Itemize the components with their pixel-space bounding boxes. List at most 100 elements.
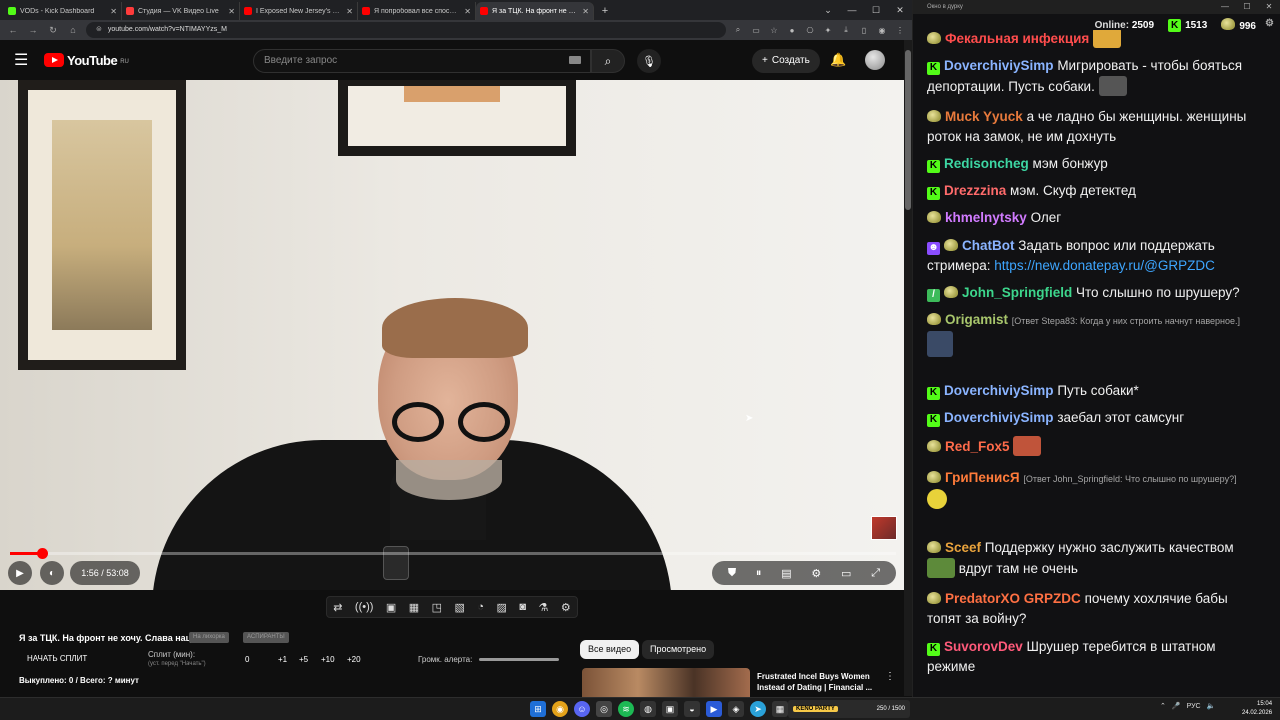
chat-nick[interactable]: Origamist [945,312,1008,327]
telegram-icon[interactable]: ➤ [750,701,766,717]
start-split-button[interactable]: НАЧАТЬ СПЛИТ [27,654,87,663]
avatar[interactable] [865,50,885,70]
download-icon[interactable]: ⤓ [840,25,852,35]
tab-vk-studio[interactable]: Студия — VK Видео Live ✕ [122,2,240,20]
play-button[interactable]: ▶ [8,561,32,585]
recommended-title[interactable]: Frustrated Incel Buys Women Instead of D… [757,671,881,693]
chat-nick[interactable]: Фекальная инфекция [945,31,1089,46]
star-icon[interactable]: ☆ [768,26,780,35]
chat-nick[interactable]: Muck Yyuck [945,109,1023,124]
back-icon[interactable]: ← [6,25,20,35]
youtube-logo[interactable]: YouTube RU [44,53,129,68]
subtitles-icon[interactable]: ▤ [781,567,791,580]
keyboard-icon[interactable] [569,56,581,64]
cast-icon[interactable]: ▭ [750,26,762,35]
fullscreen-icon[interactable]: ⤢ [871,567,880,580]
tab-close-icon[interactable]: ✕ [464,7,471,16]
theater-mode-icon[interactable]: ▭ [841,567,851,580]
search-icon[interactable]: ⌕ [732,25,744,35]
maximize-icon[interactable]: ☐ [1236,0,1258,14]
audio-icon[interactable]: ((•)) [355,601,374,613]
tab-kick-dashboard[interactable]: VODs - Kick Dashboard ✕ [4,2,122,20]
tab-close-icon[interactable]: ✕ [110,7,117,16]
puzzle-icon[interactable]: ✦ [822,26,834,35]
gear-icon[interactable]: ⚙ [561,601,571,614]
chat-nick[interactable]: Redisoncheg [944,156,1029,171]
notifications-bell-icon[interactable]: 🔔 [830,52,846,68]
volume-button[interactable]: ◐ [40,561,64,585]
shield-icon[interactable]: ⛊ [728,567,736,580]
site-info-icon[interactable]: ⊜ [96,22,102,38]
keno-widget[interactable]: KENO PARTY 250 / 1500 [788,700,910,718]
pause-toggle-icon[interactable]: ⏸ [756,567,762,580]
tab-youtube-2[interactable]: Я попробовал все способы бр ✕ [358,2,476,20]
volume-icon[interactable]: 🔈 [1207,702,1216,710]
profile-icon[interactable]: ◉ [876,26,888,35]
close-icon[interactable]: ✕ [1258,0,1280,14]
tab-close-icon[interactable]: ✕ [346,7,353,16]
chrome-icon[interactable]: ◉ [552,701,568,717]
flask-icon[interactable]: ⚗ [539,601,549,614]
new-tab-button[interactable]: + [598,4,612,18]
ai-icon[interactable]: ▨ [497,601,507,614]
reload-icon[interactable]: ↻ [46,25,60,36]
tab-close-icon[interactable]: ✕ [228,7,235,16]
media-player-icon[interactable]: ▶ [706,701,722,717]
chat-nick[interactable]: John_Springfield [962,285,1072,300]
loop-icon[interactable]: ⇄ [333,601,342,614]
clip-icon[interactable]: ▦ [409,601,419,614]
app-icon[interactable]: ◒ [684,701,700,717]
split-value-button[interactable]: +10 [321,655,335,664]
split-value-button[interactable]: 0 [245,655,249,664]
tab-youtube-1[interactable]: I Exposed New Jersey's Jewish ✕ [240,2,358,20]
chat-mention[interactable]: GRPZDC [1024,591,1081,606]
progress-bar[interactable] [10,548,896,559]
microphone-icon[interactable]: 🎤 [1172,702,1181,710]
tab-close-icon[interactable]: ✕ [582,7,589,16]
minimize-icon[interactable]: — [1214,0,1236,14]
hamburger-menu-icon[interactable]: ☰ [14,50,36,70]
donate-link[interactable]: https://new.donatepay.ru/@GRPZDC [994,258,1215,273]
chat-nick[interactable]: SuvorovDev [944,639,1023,654]
search-input[interactable]: Введите запрос [253,49,591,73]
extension-icon[interactable]: ● [786,26,798,35]
app-icon[interactable]: ◍ [640,701,656,717]
forward-icon[interactable]: → [26,25,40,35]
alert-volume-slider[interactable] [479,658,559,661]
chat-nick[interactable]: ГриПенисЯ [945,470,1020,485]
url-field[interactable]: ⊜ youtube.com/watch?v=NTIMAYYzs_M [86,22,726,38]
camera-icon[interactable]: ◙ [519,601,526,613]
chat-nick[interactable]: PredatorXO [945,591,1020,606]
settings-gear-icon[interactable]: ⚙ [811,567,821,580]
language-indicator[interactable]: РУС [1187,703,1201,710]
maximize-icon[interactable]: ☐ [864,0,888,20]
split-value-button[interactable]: +20 [347,655,361,664]
tag-chip[interactable]: На лихорка [189,632,229,643]
app-icon[interactable]: ◈ [728,701,744,717]
windows-start-icon[interactable]: ⊞ [530,701,546,717]
home-icon[interactable]: ⌂ [66,25,80,35]
close-icon[interactable]: ✕ [888,0,912,20]
clock[interactable]: 15:04 24.02.2026 [1242,700,1272,718]
frame-icon[interactable]: ▧ [455,601,465,614]
more-options-icon[interactable]: ⋮ [885,671,895,682]
split-value-button[interactable]: +1 [278,655,287,664]
filter-all-videos[interactable]: Все видео [580,640,640,659]
app-icon[interactable]: ▣ [662,701,678,717]
recommended-thumbnail[interactable] [582,668,750,697]
chevron-down-icon[interactable]: ⌄ [816,0,840,20]
page-scrollbar[interactable] [904,40,912,696]
split-value-button[interactable]: +5 [299,655,308,664]
settings-gear-icon[interactable]: ⚙ [1265,18,1274,29]
chat-nick[interactable]: DoverchiviySimp [944,58,1054,73]
video-player[interactable]: ➤ [0,80,904,590]
tab-youtube-active[interactable]: Я за ТЦК. На фронт не хоч ✕ [476,2,594,20]
chat-nick[interactable]: Sceef [945,540,981,555]
split-view-icon[interactable]: ▯ [858,26,870,35]
chat-nick[interactable]: Drezzzina [944,183,1006,198]
minimize-icon[interactable]: — [840,0,864,20]
spotify-icon[interactable]: ≋ [618,701,634,717]
picture-in-picture-icon[interactable]: ◳ [432,601,442,614]
tag-chip[interactable]: АСПИРАНТЫ [243,632,289,643]
chat-nick[interactable]: khmelnytsky [945,210,1027,225]
